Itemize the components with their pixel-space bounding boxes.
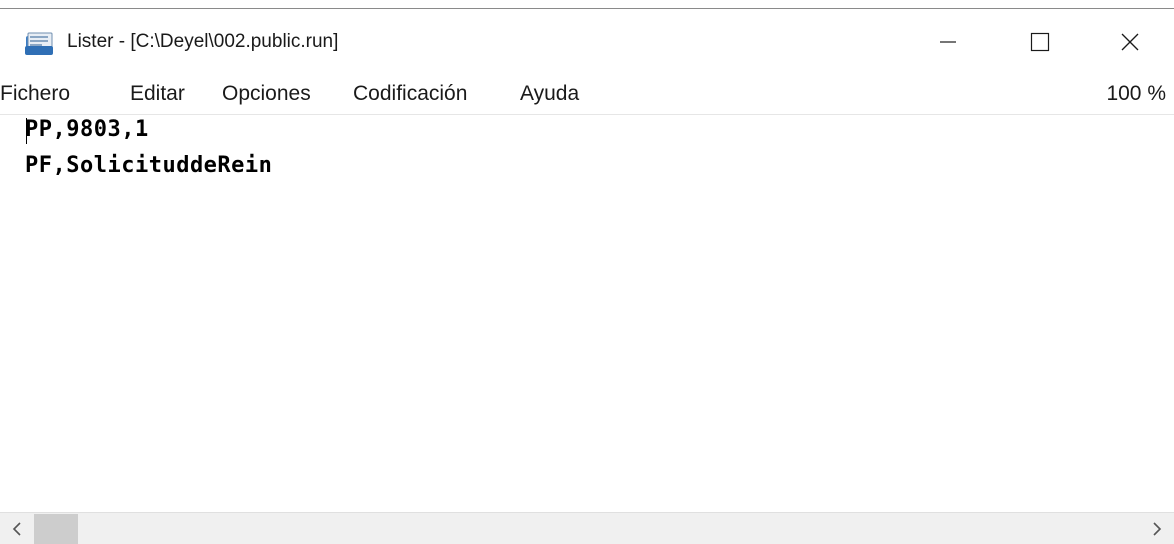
scroll-left-button[interactable] — [0, 513, 34, 544]
window-top-edge — [0, 0, 1174, 9]
chevron-right-icon — [1153, 522, 1162, 536]
zoom-level: 100 % — [1106, 82, 1166, 105]
text-content-area[interactable]: PP,9803,1 PF,SolicituddeRein — [0, 115, 1174, 512]
chevron-left-icon — [12, 522, 21, 536]
close-icon — [1121, 33, 1139, 51]
content-line: PP,9803,1 — [25, 117, 149, 142]
minimize-icon — [940, 41, 956, 43]
close-button[interactable] — [1086, 18, 1174, 66]
window-title: Lister - [C:\Deyel\002.public.run] — [67, 31, 339, 52]
scroll-thumb[interactable] — [34, 514, 78, 544]
minimize-button[interactable] — [902, 18, 994, 66]
menu-codificacion[interactable]: Codificación — [353, 82, 467, 106]
lister-window: Lister - [C:\Deyel\002.public.run] Fiche… — [0, 0, 1174, 544]
lister-app-icon[interactable] — [24, 30, 56, 56]
scroll-right-button[interactable] — [1140, 513, 1174, 544]
menu-editar[interactable]: Editar — [130, 82, 185, 106]
menu-bar: Fichero Editar Opciones Codificación Ayu… — [0, 77, 1174, 115]
title-bar[interactable]: Lister - [C:\Deyel\002.public.run] — [0, 9, 1174, 77]
content-line: PF,SolicituddeRein — [25, 153, 273, 178]
maximize-button[interactable] — [994, 18, 1086, 66]
maximize-icon — [1030, 32, 1050, 52]
menu-fichero[interactable]: Fichero — [0, 82, 70, 106]
menu-opciones[interactable]: Opciones — [222, 82, 311, 106]
menu-ayuda[interactable]: Ayuda — [520, 82, 579, 106]
horizontal-scrollbar[interactable] — [0, 512, 1174, 544]
